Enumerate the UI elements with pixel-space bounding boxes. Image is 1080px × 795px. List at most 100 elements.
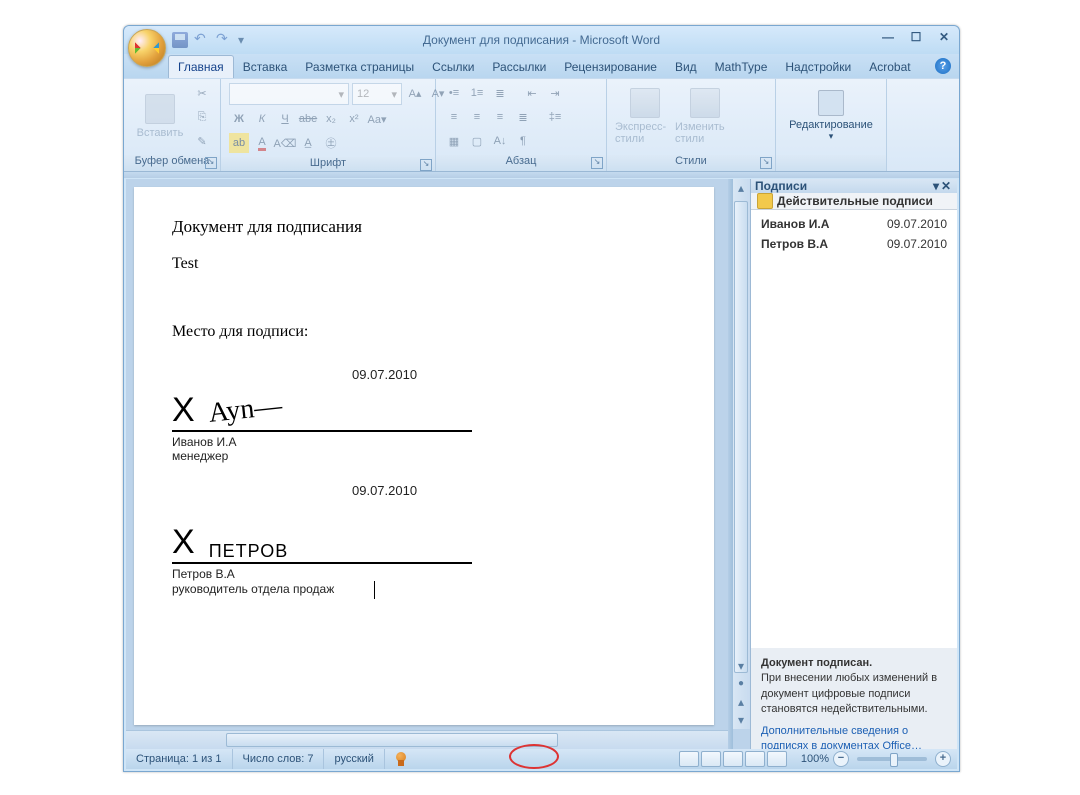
taskpane-close-icon[interactable]: ✕ xyxy=(939,179,953,193)
sig-row-name: Иванов И.А xyxy=(761,217,887,231)
font-color-button[interactable]: A xyxy=(252,133,272,153)
signature-block-2[interactable]: 09.07.2010 X ПЕТРОВ Петров В.А руководит… xyxy=(172,483,472,599)
view-web-layout-button[interactable] xyxy=(723,751,743,767)
signed-status-body: При внесении любых изменений в документ … xyxy=(761,671,947,717)
format-painter-icon[interactable]: ✎ xyxy=(192,131,212,151)
show-marks-button[interactable]: ¶ xyxy=(513,131,533,151)
clear-formatting-button[interactable]: A⌫ xyxy=(275,133,295,153)
change-styles-button[interactable]: Изменить стили xyxy=(675,83,735,149)
quick-styles-button[interactable]: Экспресс-стили xyxy=(615,83,675,149)
qat-dropdown-icon[interactable]: ▾ xyxy=(238,33,244,47)
scroll-up-icon[interactable]: ▴ xyxy=(732,179,750,197)
scroll-down-icon[interactable]: ▾ xyxy=(732,657,750,675)
paragraph-launcher-icon[interactable]: ↘ xyxy=(591,157,603,169)
signed-status-header: Документ подписан. xyxy=(761,656,947,671)
tab-acrobat[interactable]: Acrobat xyxy=(860,56,919,78)
document-page[interactable]: Документ для подписания Test Место для п… xyxy=(134,187,714,725)
char-border-button[interactable]: A̲ xyxy=(298,133,318,153)
browse-object-icon[interactable]: ● xyxy=(732,675,750,693)
prev-page-icon[interactable]: ▴ xyxy=(732,693,750,711)
undo-icon[interactable] xyxy=(194,32,210,48)
clipboard-launcher-icon[interactable]: ↘ xyxy=(205,157,217,169)
tab-view[interactable]: Вид xyxy=(666,56,706,78)
next-page-icon[interactable]: ▾ xyxy=(732,711,750,729)
pane-splitter[interactable] xyxy=(728,179,733,749)
paste-button[interactable]: Вставить xyxy=(132,83,188,149)
sort-button[interactable]: A↓ xyxy=(490,131,510,151)
view-outline-button[interactable] xyxy=(745,751,765,767)
vertical-scrollbar[interactable]: ▴ ▾ ● ▴ ▾ xyxy=(731,179,750,729)
highlight-color-button[interactable]: ab xyxy=(229,133,249,153)
zoom-thumb[interactable] xyxy=(890,753,898,767)
redo-icon[interactable] xyxy=(216,32,232,48)
numbering-button[interactable]: 1≡ xyxy=(467,83,487,103)
tab-addins[interactable]: Надстройки xyxy=(776,56,860,78)
signature-row[interactable]: Петров В.А 09.07.2010 xyxy=(751,234,957,254)
status-language[interactable]: русский xyxy=(324,749,384,769)
copy-icon[interactable]: ⎘ xyxy=(192,107,212,127)
zoom-in-button[interactable]: + xyxy=(935,751,951,767)
status-signature-indicator[interactable] xyxy=(385,749,417,769)
signature-block-1[interactable]: 09.07.2010 X Ayn— Иванов И.А менеджер xyxy=(172,367,472,463)
line-spacing-button[interactable]: ‡≡ xyxy=(545,107,565,127)
paste-icon xyxy=(145,94,175,124)
cut-icon[interactable]: ✂ xyxy=(192,83,212,103)
align-right-button[interactable]: ≡ xyxy=(490,107,510,127)
editing-button[interactable]: Редактирование ▾ xyxy=(784,83,878,149)
tab-mailings[interactable]: Рассылки xyxy=(483,56,555,78)
underline-button[interactable]: Ч xyxy=(275,109,295,129)
styles-launcher-icon[interactable]: ↘ xyxy=(760,157,772,169)
h-scroll-thumb[interactable] xyxy=(226,733,558,747)
tab-page-layout[interactable]: Разметка страницы xyxy=(296,56,423,78)
doc-heading: Документ для подписания xyxy=(172,217,676,237)
editing-label: Редактирование xyxy=(789,119,873,131)
close-button[interactable]: ✕ xyxy=(935,30,953,44)
zoom-level[interactable]: 100% xyxy=(801,753,829,765)
align-center-button[interactable]: ≡ xyxy=(467,107,487,127)
grow-font-icon[interactable]: A▴ xyxy=(405,83,425,103)
zoom-slider[interactable] xyxy=(857,757,927,761)
strikethrough-button[interactable]: abe xyxy=(298,109,318,129)
zoom-out-button[interactable]: − xyxy=(833,751,849,767)
sig-row-date: 09.07.2010 xyxy=(887,217,947,231)
align-left-button[interactable]: ≡ xyxy=(444,107,464,127)
sig1-date: 09.07.2010 xyxy=(352,367,472,382)
office-button[interactable] xyxy=(128,29,166,67)
ruler xyxy=(124,172,959,178)
view-full-screen-button[interactable] xyxy=(701,751,721,767)
v-scroll-thumb[interactable] xyxy=(734,201,748,673)
status-page[interactable]: Страница: 1 из 1 xyxy=(126,749,233,769)
italic-button[interactable]: К xyxy=(252,109,272,129)
status-word-count[interactable]: Число слов: 7 xyxy=(233,749,325,769)
bold-button[interactable]: Ж xyxy=(229,109,249,129)
signature-row[interactable]: Иванов И.А 09.07.2010 xyxy=(751,214,957,234)
justify-button[interactable]: ≣ xyxy=(513,107,533,127)
sig-row-name: Петров В.А xyxy=(761,237,887,251)
tab-references[interactable]: Ссылки xyxy=(423,56,483,78)
superscript-button[interactable]: x² xyxy=(344,109,364,129)
increase-indent-button[interactable]: ⇥ xyxy=(545,83,565,103)
subscript-button[interactable]: x₂ xyxy=(321,109,341,129)
horizontal-scrollbar[interactable] xyxy=(126,730,732,749)
multilevel-button[interactable]: ≣ xyxy=(490,83,510,103)
decrease-indent-button[interactable]: ⇤ xyxy=(522,83,542,103)
font-size-combo[interactable]: 12▾ xyxy=(352,83,402,105)
maximize-button[interactable]: ☐ xyxy=(907,30,925,44)
tab-mathtype[interactable]: MathType xyxy=(706,56,777,78)
tab-insert[interactable]: Вставка xyxy=(234,56,297,78)
signatures-help-link[interactable]: Дополнительные сведения о подписях в док… xyxy=(761,725,922,752)
view-print-layout-button[interactable] xyxy=(679,751,699,767)
minimize-button[interactable]: — xyxy=(879,30,897,44)
save-icon[interactable] xyxy=(172,32,188,48)
bullets-button[interactable]: •≡ xyxy=(444,83,464,103)
shading-button[interactable]: ▦ xyxy=(444,131,464,151)
help-icon[interactable]: ? xyxy=(935,58,951,74)
view-draft-button[interactable] xyxy=(767,751,787,767)
borders-button[interactable]: ▢ xyxy=(467,131,487,151)
tab-review[interactable]: Рецензирование xyxy=(555,56,666,78)
font-launcher-icon[interactable]: ↘ xyxy=(420,159,432,171)
tab-home[interactable]: Главная xyxy=(168,55,234,78)
change-case-button[interactable]: Aa▾ xyxy=(367,109,387,129)
font-name-combo[interactable]: ▾ xyxy=(229,83,349,105)
enclose-chars-button[interactable]: ㊏ xyxy=(321,133,341,153)
